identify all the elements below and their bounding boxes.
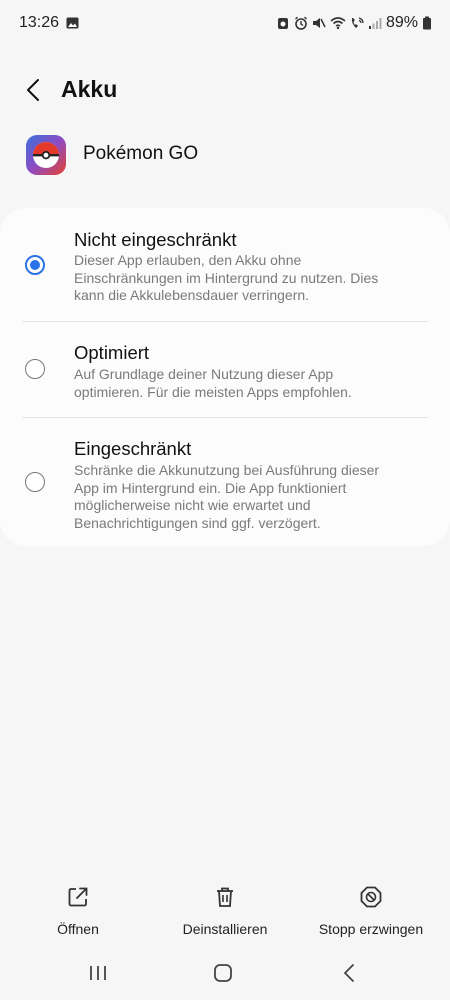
description-line: möglicherweise nicht wie erwartet und (74, 497, 311, 513)
recent-apps-icon[interactable] (86, 963, 110, 983)
option-restricted[interactable]: Eingeschränkt Schränke die Akkunutzung b… (0, 418, 450, 546)
home-icon[interactable] (212, 963, 234, 983)
description-line: Benachrichtigungen sind ggf. verzögert. (74, 514, 321, 531)
wifi-icon (330, 17, 346, 30)
app-bar: Akku (0, 70, 450, 110)
system-navigation-bar (0, 955, 450, 995)
bottom-action-bar: Öffnen Deinstallieren Stopp erzwingen (0, 885, 450, 945)
battery-options-card: Nicht eingeschränkt Dieser App erlauben,… (0, 208, 450, 546)
open-button[interactable]: Öffnen (40, 885, 116, 937)
option-description: Auf Grundlage deiner Nutzung dieser App … (74, 366, 404, 401)
status-bar: 13:26 89% (0, 0, 450, 50)
status-icons: 89% (276, 14, 432, 32)
page-title: Akku (61, 76, 118, 102)
mute-icon (312, 18, 326, 28)
pokemon-go-app-icon (26, 135, 66, 175)
radio-optimized[interactable] (25, 359, 45, 379)
uninstall-button[interactable]: Deinstallieren (175, 885, 275, 937)
uninstall-label: Deinstallieren (182, 921, 268, 937)
description-line: kann die Akkulebensdauer verringern. (74, 287, 310, 303)
option-description: Dieser App erlauben, den Akku ohne Einsc… (74, 252, 404, 305)
status-time: 13:26 (19, 14, 60, 31)
battery-icon (423, 16, 431, 30)
force-stop-button[interactable]: Stopp erzwingen (315, 885, 427, 937)
description-line: App im Hintergrund ein. Die App funktion… (74, 479, 347, 496)
option-title: Eingeschränkt (74, 438, 192, 459)
trash-icon (217, 887, 233, 907)
app-name: Pokémon GO (83, 143, 199, 164)
option-description: Schränke die Akkunutzung bei Ausführung … (74, 462, 404, 532)
option-title: Optimiert (74, 342, 150, 363)
back-button[interactable] (22, 76, 48, 104)
option-optimized[interactable]: Optimiert Auf Grundlage deiner Nutzung d… (0, 322, 450, 417)
description-line: Schränke die Akkunutzung bei Ausführung … (74, 462, 380, 478)
alarm-icon (295, 16, 307, 30)
nav-back-icon[interactable] (338, 963, 360, 983)
battery-percent: 89% (385, 14, 418, 31)
option-title: Nicht eingeschränkt (74, 229, 237, 250)
force-stop-label: Stopp erzwingen (318, 921, 424, 937)
description-line: Auf Grundlage deiner Nutzung dieser App (74, 366, 334, 382)
stop-icon (360, 886, 382, 908)
description-line: Dieser App erlauben, den Akku ohne (74, 252, 302, 268)
app-info-row: Pokémon GO (0, 133, 450, 177)
open-label: Öffnen (57, 921, 99, 937)
signal-icon (368, 18, 382, 29)
wifi-calling-icon (351, 17, 364, 28)
alarm-clock-icon (277, 18, 288, 29)
image-icon (66, 17, 79, 29)
radio-restricted[interactable] (25, 472, 45, 492)
description-line: optimieren. Für die meisten Apps empfohl… (74, 383, 352, 400)
description-line: Einschränkungen im Hintergrund zu nutzen… (74, 269, 379, 286)
radio-unrestricted[interactable] (25, 255, 45, 275)
open-external-icon (68, 887, 88, 907)
option-unrestricted[interactable]: Nicht eingeschränkt Dieser App erlauben,… (0, 208, 450, 321)
